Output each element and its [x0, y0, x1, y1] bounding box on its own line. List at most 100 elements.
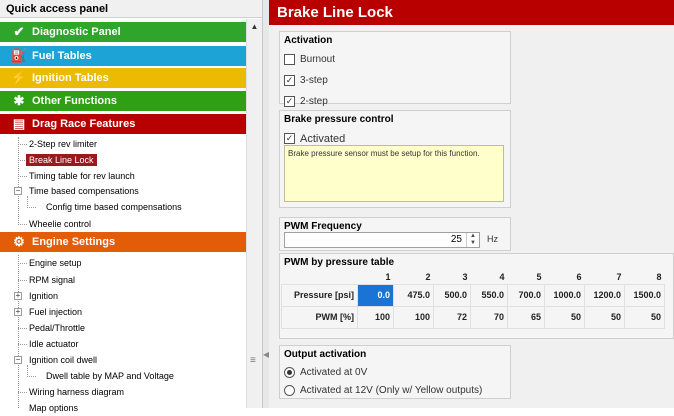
tree-item-idle-actuator[interactable]: Idle actuator [29, 336, 79, 352]
collapse-toggle[interactable]: − [14, 356, 22, 364]
table-cell[interactable]: 50 [544, 305, 585, 329]
category-fuel-tables[interactable]: ⛽ Fuel Tables [0, 46, 262, 67]
table-cell[interactable]: 475.0 [393, 283, 434, 307]
category-other-functions[interactable]: ✱ Other Functions [0, 91, 262, 112]
pwm-table: 1 2 3 4 5 6 7 8 Pressure [psi] 0.0 475.0… [281, 270, 665, 329]
table-cell[interactable]: 700.0 [507, 283, 545, 307]
radio-button[interactable] [284, 384, 295, 396]
table-cell[interactable]: 72 [433, 305, 471, 329]
group-title: Activation [284, 35, 333, 46]
tree-item-timing-table-rev-launch[interactable]: Timing table for rev launch [29, 168, 135, 184]
table-cell[interactable]: 70 [470, 305, 508, 329]
panel-title: Quick access panel [0, 0, 262, 18]
checkbox-label: Activated [300, 132, 346, 145]
collapse-toggle[interactable]: − [14, 187, 22, 195]
table-cell[interactable]: 1000.0 [544, 283, 585, 307]
page-title: Brake Line Lock [269, 0, 674, 25]
group-title: Brake pressure control [284, 114, 394, 125]
category-engine-settings[interactable]: ⚙ Engine Settings [0, 232, 262, 253]
column-header: 8 [656, 271, 662, 282]
table-cell[interactable]: 50 [624, 305, 665, 329]
tree-item-pedal-throttle[interactable]: Pedal/Throttle [29, 320, 85, 336]
table-row: Pressure [psi] 0.0 475.0 500.0 550.0 700… [281, 283, 665, 307]
tree-item-time-based-compensations[interactable]: Time based compensations [29, 183, 139, 199]
row-header: Pressure [psi] [281, 283, 358, 307]
tree-item-dwell-table-map-voltage[interactable]: Dwell table by MAP and Voltage [46, 368, 174, 384]
tree-item-config-time-based-compensations[interactable]: Config time based compensations [46, 199, 182, 215]
table-cell[interactable]: 500.0 [433, 283, 471, 307]
category-drag-race-features[interactable]: ▤ Drag Race Features [0, 114, 262, 135]
function-icon: ✱ [13, 93, 25, 108]
table-cell[interactable]: 1500.0 [624, 283, 665, 307]
tree-item-map-options[interactable]: Map options [29, 400, 78, 416]
radio-button[interactable] [284, 366, 295, 378]
table-cell[interactable]: 65 [507, 305, 545, 329]
2step-checkbox-row[interactable]: ✓ 2-step [280, 91, 510, 112]
table-cell[interactable]: 100 [357, 305, 394, 329]
pwm-frequency-group: PWM Frequency 25 ▲ ▼ Hz [279, 217, 511, 251]
pwm-by-pressure-group: PWM by pressure table 1 2 3 4 5 6 7 8 Pr… [279, 253, 674, 339]
checkbox[interactable] [284, 54, 295, 65]
3step-checkbox-row[interactable]: ✓ 3-step [280, 70, 510, 91]
column-header: 1 [385, 271, 391, 282]
checkbox[interactable]: ✓ [284, 75, 295, 86]
pwm-frequency-input[interactable]: 25 [284, 232, 480, 248]
column-header: 4 [499, 271, 505, 282]
expand-toggle[interactable]: + [14, 292, 22, 300]
tree-item-ignition-coil-dwell[interactable]: Ignition coil dwell [29, 352, 97, 368]
wrench-icon: ✔ [13, 24, 25, 39]
activation-group: Activation Burnout ✓ 3-step ✓ 2-step [279, 31, 511, 107]
group-title: PWM by pressure table [284, 257, 395, 268]
output-activation-group: Output activation Activated at 0V Activa… [279, 345, 511, 399]
radio-label: Activated at 0V [300, 366, 368, 378]
category-diagnostic-panel[interactable]: ✔ Diagnostic Panel [0, 22, 262, 43]
table-cell[interactable]: 550.0 [470, 283, 508, 307]
table-cell[interactable]: 1200.0 [584, 283, 625, 307]
table-row: PWM [%] 100 100 72 70 65 50 50 50 [281, 305, 665, 329]
activated-12v-radio-row[interactable]: Activated at 12V (Only w/ Yellow outputs… [280, 381, 510, 399]
brake-pressure-control-group: Brake pressure control ✓ Activated Brake… [279, 110, 511, 208]
row-header: PWM [%] [281, 305, 358, 329]
engine-icon: ⚙ [13, 234, 25, 249]
scroll-up-arrow-icon[interactable]: ▲ [247, 19, 262, 35]
checkbox-label: 2-step [300, 96, 328, 107]
tree-item-break-line-lock[interactable]: Break Line Lock [26, 152, 97, 168]
column-header: 3 [462, 271, 468, 282]
tree-item-2step-rev-limiter[interactable]: 2-Step rev limiter [29, 136, 97, 152]
column-header: 2 [425, 271, 431, 282]
unit-label: Hz [487, 234, 498, 244]
tree-item-ignition[interactable]: Ignition [29, 288, 58, 304]
content-panel: Brake Line Lock Activation Burnout ✓ 3-s… [269, 0, 674, 408]
spark-icon: ⚡ [10, 70, 28, 85]
checkbox-label: Burnout [300, 54, 336, 65]
table-cell[interactable]: 0.0 [357, 283, 394, 307]
category-ignition-tables[interactable]: ⚡ Ignition Tables [0, 68, 262, 89]
table-cell[interactable]: 50 [584, 305, 625, 329]
scroll-grip-icon[interactable]: ≡ [250, 355, 256, 366]
tree-item-wheelie-control[interactable]: Wheelie control [29, 216, 91, 232]
category-label: Ignition Tables [32, 72, 109, 84]
tree-item-engine-setup[interactable]: Engine setup [29, 255, 82, 271]
checkbox[interactable]: ✓ [284, 133, 295, 144]
spin-arrows-icon[interactable]: ▲ ▼ [466, 233, 479, 247]
checkbox-label: 3-step [300, 75, 328, 86]
category-label: Engine Settings [32, 236, 116, 248]
table-cell[interactable]: 100 [393, 305, 434, 329]
vertical-scrollbar[interactable]: ▲ ≡ [246, 19, 262, 408]
quick-access-panel: Quick access panel ✔ Diagnostic Panel ⛽ … [0, 0, 262, 413]
burnout-checkbox-row[interactable]: Burnout [280, 49, 510, 70]
tree-item-fuel-injection[interactable]: Fuel injection [29, 304, 82, 320]
tree-item-rpm-signal[interactable]: RPM signal [29, 272, 75, 288]
category-label: Drag Race Features [32, 118, 136, 130]
table-header-row: 1 2 3 4 5 6 7 8 [282, 270, 665, 284]
category-label: Other Functions [32, 95, 117, 107]
activated-0v-radio-row[interactable]: Activated at 0V [280, 363, 510, 381]
expand-toggle[interactable]: + [14, 308, 22, 316]
tree-item-wiring-harness-diagram[interactable]: Wiring harness diagram [29, 384, 124, 400]
category-label: Diagnostic Panel [32, 26, 121, 38]
column-header: 5 [536, 271, 542, 282]
panel-splitter[interactable]: ◀ [262, 0, 269, 408]
column-header: 7 [616, 271, 622, 282]
group-title: Output activation [284, 349, 367, 360]
checkbox[interactable]: ✓ [284, 96, 295, 107]
